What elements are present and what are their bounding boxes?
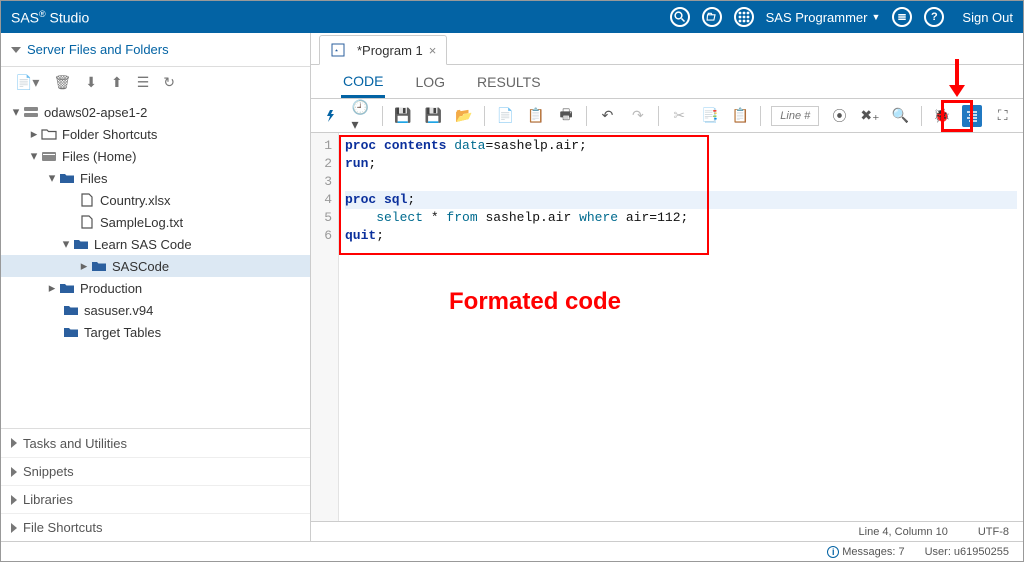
open-icon[interactable]	[702, 7, 722, 27]
cursor-position: Line 4, Column 10	[859, 526, 948, 538]
top-icons: SAS Programmer▼ ? Sign Out	[670, 7, 1013, 27]
encoding-label: UTF-8	[978, 526, 1009, 538]
go-icon[interactable]: ⦿	[829, 105, 849, 127]
subtab-results[interactable]: RESULTS	[475, 68, 543, 96]
code-editor[interactable]: 123456 proc contents data=sashelp.air; r…	[311, 133, 1023, 521]
editor-subtabs: CODE LOG RESULTS	[311, 65, 1023, 99]
file-tree: ▾odaws02-apse1-2 ▸Folder Shortcuts ▾File…	[1, 97, 310, 428]
new-icon[interactable]: 📄▾	[15, 74, 39, 91]
run-icon[interactable]	[321, 105, 341, 127]
tree-target-folder[interactable]: Target Tables	[1, 321, 310, 343]
code-content[interactable]: proc contents data=sashelp.air; run; pro…	[339, 133, 1023, 521]
format-code-button[interactable]	[962, 105, 982, 127]
sidebar-section-snippets[interactable]: Snippets	[1, 457, 310, 485]
sidebar-section-files[interactable]: Server Files and Folders	[1, 33, 310, 67]
annotation-label: Formated code	[449, 293, 621, 311]
summary-icon[interactable]: 📋	[525, 105, 545, 127]
annotation-arrow	[943, 55, 971, 99]
tree-file-country[interactable]: Country.xlsx	[1, 189, 310, 211]
tree-file-samplelog[interactable]: SampleLog.txt	[1, 211, 310, 233]
undo-icon[interactable]: ↶	[597, 105, 617, 127]
more-menu-icon[interactable]	[892, 7, 912, 27]
tree-sasuser-folder[interactable]: sasuser.v94	[1, 299, 310, 321]
subtab-log[interactable]: LOG	[413, 68, 447, 96]
app-footer: iMessages: 7 User: u61950255	[1, 541, 1023, 561]
open-program-icon[interactable]: 📂	[454, 105, 474, 127]
subtab-code[interactable]: CODE	[341, 67, 385, 98]
save-icon[interactable]: 💾	[393, 105, 413, 127]
messages-indicator[interactable]: iMessages: 7	[827, 546, 904, 558]
history-icon[interactable]: 🕘▾	[351, 105, 371, 127]
refresh-icon[interactable]: ↻	[163, 74, 175, 91]
editor-toolbar: 🕘▾ 💾 💾 📂 📄 📋 🖶 ↶ ↷ ✂ 📑 📋 ⦿ ✖₊ 🔍 🐞 ⛶	[311, 99, 1023, 133]
cut-icon[interactable]: ✂	[669, 105, 689, 127]
tab-close-icon[interactable]: ×	[429, 43, 437, 58]
tree-files-folder[interactable]: ▾Files	[1, 167, 310, 189]
tree-learn-folder[interactable]: ▾Learn SAS Code	[1, 233, 310, 255]
upload-icon[interactable]: ⬆	[111, 74, 123, 91]
user-menu[interactable]: SAS Programmer▼	[766, 10, 881, 25]
find-icon[interactable]: 🔍	[890, 105, 910, 127]
sidebar-toolbar: 📄▾ 🗑 ⬇ ⬆ ☰ ↻	[1, 67, 310, 97]
clear-icon[interactable]: ✖₊	[860, 105, 880, 127]
sign-out-link[interactable]: Sign Out	[962, 10, 1013, 25]
navigation-sidebar: Server Files and Folders 📄▾ 🗑 ⬇ ⬆ ☰ ↻ ▾o…	[1, 33, 311, 541]
line-gutter: 123456	[311, 133, 339, 521]
help-icon[interactable]: ?	[924, 7, 944, 27]
tree-folder-shortcuts[interactable]: ▸Folder Shortcuts	[1, 123, 310, 145]
user-indicator: User: u61950255	[925, 546, 1009, 558]
file-tabs: ⋆ *Program 1 ×	[311, 33, 1023, 65]
title-bar: SAS® Studio SAS Programmer▼ ? Sign Out	[1, 1, 1023, 33]
search-icon[interactable]	[670, 7, 690, 27]
tree-server-node[interactable]: ▾odaws02-apse1-2	[1, 101, 310, 123]
app-brand: SAS® Studio	[11, 9, 89, 26]
paste-icon[interactable]: 📋	[730, 105, 750, 127]
print-icon[interactable]: 🖶	[556, 105, 576, 127]
editor-status-bar: Line 4, Column 10 UTF-8	[311, 521, 1023, 541]
redo-icon[interactable]: ↷	[628, 105, 648, 127]
properties-icon[interactable]: ☰	[137, 74, 150, 91]
copy-icon[interactable]: 📑	[700, 105, 720, 127]
download-icon[interactable]: ⬇	[85, 74, 97, 91]
file-tab-label: *Program 1	[357, 43, 423, 58]
sidebar-section-libraries[interactable]: Libraries	[1, 485, 310, 513]
editor-pane: ⋆ *Program 1 × CODE LOG RESULTS 🕘▾ 💾 💾 📂…	[311, 33, 1023, 541]
goto-line-input[interactable]	[771, 106, 819, 126]
tree-sascode-folder[interactable]: ▸SASCode	[1, 255, 310, 277]
debug-icon[interactable]: 🐞	[932, 105, 952, 127]
svg-text:⋆: ⋆	[334, 46, 339, 55]
tree-files-home[interactable]: ▾Files (Home)	[1, 145, 310, 167]
new-program-icon[interactable]: 📄	[495, 105, 515, 127]
program-icon: ⋆	[330, 42, 346, 58]
saveas-icon[interactable]: 💾	[423, 105, 443, 127]
tree-production-folder[interactable]: ▸Production	[1, 277, 310, 299]
apps-grid-icon[interactable]	[734, 7, 754, 27]
sidebar-section-fileshortcuts[interactable]: File Shortcuts	[1, 513, 310, 541]
delete-icon[interactable]: 🗑	[53, 74, 71, 91]
file-tab-program1[interactable]: ⋆ *Program 1 ×	[319, 35, 447, 65]
maximize-icon[interactable]: ⛶	[992, 105, 1012, 127]
sidebar-section-tasks[interactable]: Tasks and Utilities	[1, 429, 310, 457]
